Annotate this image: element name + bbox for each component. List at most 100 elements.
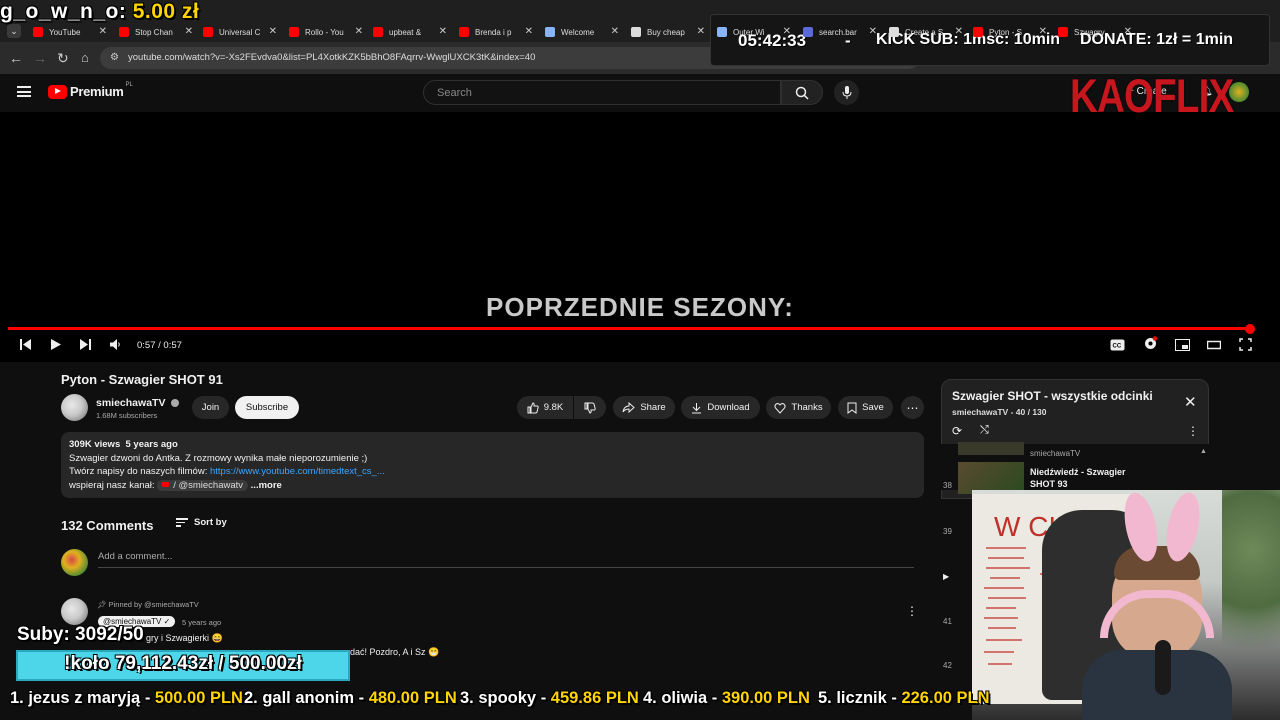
browser-tab[interactable]: upbeat & ✕ [367, 22, 451, 42]
previous-button[interactable] [19, 338, 32, 356]
thanks-heart-icon [774, 402, 786, 414]
back-arrow-icon[interactable]: ← [9, 50, 23, 66]
ticker-name: 1. jezus z maryją - [10, 689, 155, 707]
browser-tab[interactable]: Buy cheap ✕ [625, 22, 709, 42]
url-text: youtube.com/watch?v=-Xs2FEvdva0&list=PL4… [128, 52, 536, 63]
close-playlist-button[interactable]: ✕ [1184, 393, 1197, 411]
tab-close-icon[interactable]: ✕ [697, 26, 705, 37]
progress-bar[interactable] [8, 327, 1252, 330]
thanks-button[interactable]: Thanks [766, 396, 831, 419]
loop-icon[interactable]: ⟳ [952, 424, 962, 438]
screen: ⌄ YouTube ✕ Stop Chan ✕ Universal C ✕ Rollo - … [0, 0, 1280, 720]
browser-tab[interactable]: Szwagry ✕ [1052, 22, 1136, 42]
browser-tab[interactable]: Stop Chan ✕ [113, 22, 197, 42]
playlist-thumb [958, 442, 1024, 455]
tab-close-icon[interactable]: ✕ [1039, 26, 1047, 37]
browser-tab[interactable]: Pyton - S ✕ [967, 22, 1051, 42]
comment-text: dać! Pozdro, A i Sz 😁 [350, 647, 440, 657]
reload-icon[interactable]: ↻ [57, 50, 69, 67]
like-button[interactable]: 9.8K [517, 396, 573, 419]
channel-avatar[interactable] [61, 394, 88, 421]
bookmark-icon [847, 402, 857, 414]
ticker-name: 3. spooky - [460, 689, 551, 707]
dislike-button[interactable] [574, 396, 606, 419]
tab-close-icon[interactable]: ✕ [611, 26, 619, 37]
description-link[interactable]: https://www.youtube.com/timedtext_cs_... [210, 466, 385, 477]
browser-tab[interactable]: Create a S ✕ [883, 22, 967, 42]
browser-tab[interactable]: Brenda i p ✕ [453, 22, 537, 42]
download-button[interactable]: Download [681, 396, 760, 419]
tab-close-icon[interactable]: ✕ [955, 26, 963, 37]
tab-label: Buy cheap [647, 27, 685, 37]
playlist-title[interactable]: Szwagier SHOT - wszystkie odcinki [952, 389, 1153, 403]
join-button[interactable]: Join [192, 396, 229, 419]
playlist-subtitle: smiechawaTV - 40 / 130 [952, 407, 1047, 417]
youtube-premium-label: Premium [70, 84, 124, 99]
browser-tab[interactable]: YouTube ✕ [27, 22, 111, 42]
playlist-menu-icon[interactable]: ⋮ [1187, 424, 1199, 438]
shuffle-icon[interactable]: ⤭ [980, 424, 989, 437]
browser-tab[interactable]: Rollo - You ✕ [283, 22, 367, 42]
tab-list-icon[interactable]: ⌄ [7, 24, 21, 38]
fullscreen-icon [1239, 338, 1252, 351]
voice-search-button[interactable] [834, 80, 859, 105]
site-info-icon[interactable]: ⚙ [110, 47, 119, 69]
channel-name[interactable]: smiechawaTV [96, 397, 180, 409]
comment-menu-icon[interactable]: ⋮ [906, 604, 918, 618]
gear-icon [1145, 336, 1158, 349]
browser-tab[interactable]: Universal C ✕ [197, 22, 281, 42]
save-button[interactable]: Save [838, 396, 893, 419]
tab-close-icon[interactable]: ✕ [1124, 26, 1132, 37]
captions-button[interactable]: CC [1110, 338, 1125, 356]
add-comment-input[interactable]: Add a comment... [98, 551, 914, 568]
tab-close-icon[interactable]: ✕ [269, 26, 277, 37]
description-box[interactable]: 309K views 5 years ago Szwagier dzwoni d… [61, 432, 924, 498]
playlist-item-title[interactable]: Niedźwiedź - Szwagier SHOT 93 [1030, 466, 1150, 490]
progress-scrubber[interactable] [1245, 324, 1255, 334]
playlist-scrollbar[interactable]: ▲ [1200, 448, 1207, 455]
tab-close-icon[interactable]: ✕ [185, 26, 193, 37]
latest-donation: g_o_w_n_o: 5.00 zł [0, 0, 199, 24]
miniplayer-button[interactable] [1175, 338, 1190, 356]
next-button[interactable] [79, 338, 92, 356]
channel-mention-chip[interactable]: / @smiechawatv [157, 479, 249, 491]
video-player[interactable] [0, 112, 1280, 362]
sort-by-button[interactable]: Sort by [176, 517, 227, 528]
comment-author-avatar[interactable] [61, 598, 88, 625]
browser-tab[interactable]: Outer Wi ✕ [711, 22, 795, 42]
search-input[interactable]: Search [423, 80, 781, 105]
play-button[interactable] [50, 338, 62, 356]
tab-close-icon[interactable]: ✕ [525, 26, 533, 37]
youtube-small-icon [162, 482, 170, 488]
fullscreen-button[interactable] [1239, 338, 1252, 356]
theater-mode-button[interactable] [1206, 338, 1222, 356]
tab-close-icon[interactable]: ✕ [869, 26, 877, 37]
volume-button[interactable] [109, 338, 122, 356]
subscribe-button[interactable]: Subscribe [235, 396, 299, 419]
tab-close-icon[interactable]: ✕ [439, 26, 447, 37]
thumbs-up-icon [527, 401, 539, 413]
plant [1222, 490, 1280, 690]
tab-close-icon[interactable]: ✕ [355, 26, 363, 37]
share-button[interactable]: Share [613, 396, 675, 419]
miniplayer-icon [1175, 339, 1190, 351]
more-actions-button[interactable]: ⋯ [901, 396, 924, 419]
settings-button[interactable] [1143, 336, 1158, 356]
channel-handle: / @smiechawatv [173, 479, 244, 491]
tab-close-icon[interactable]: ✕ [99, 26, 107, 37]
show-more-link[interactable]: ...more [251, 480, 282, 491]
hamburger-menu-icon[interactable] [17, 86, 31, 97]
home-icon[interactable]: ⌂ [81, 50, 89, 65]
microphone-icon [842, 86, 852, 99]
search-button[interactable] [781, 80, 823, 105]
youtube-logo[interactable]: Premium PL [48, 82, 133, 99]
browser-tab[interactable]: search.bar ✕ [797, 22, 881, 42]
playlist-index: 41 [943, 617, 952, 626]
browser-tab[interactable]: Welcome ✕ [539, 22, 623, 42]
save-label: Save [862, 402, 884, 413]
skip-previous-icon [20, 339, 31, 350]
tab-favicon-icon [973, 27, 983, 37]
forward-arrow-icon[interactable]: → [33, 50, 47, 66]
tab-favicon-icon [803, 27, 813, 37]
tab-close-icon[interactable]: ✕ [783, 26, 791, 37]
